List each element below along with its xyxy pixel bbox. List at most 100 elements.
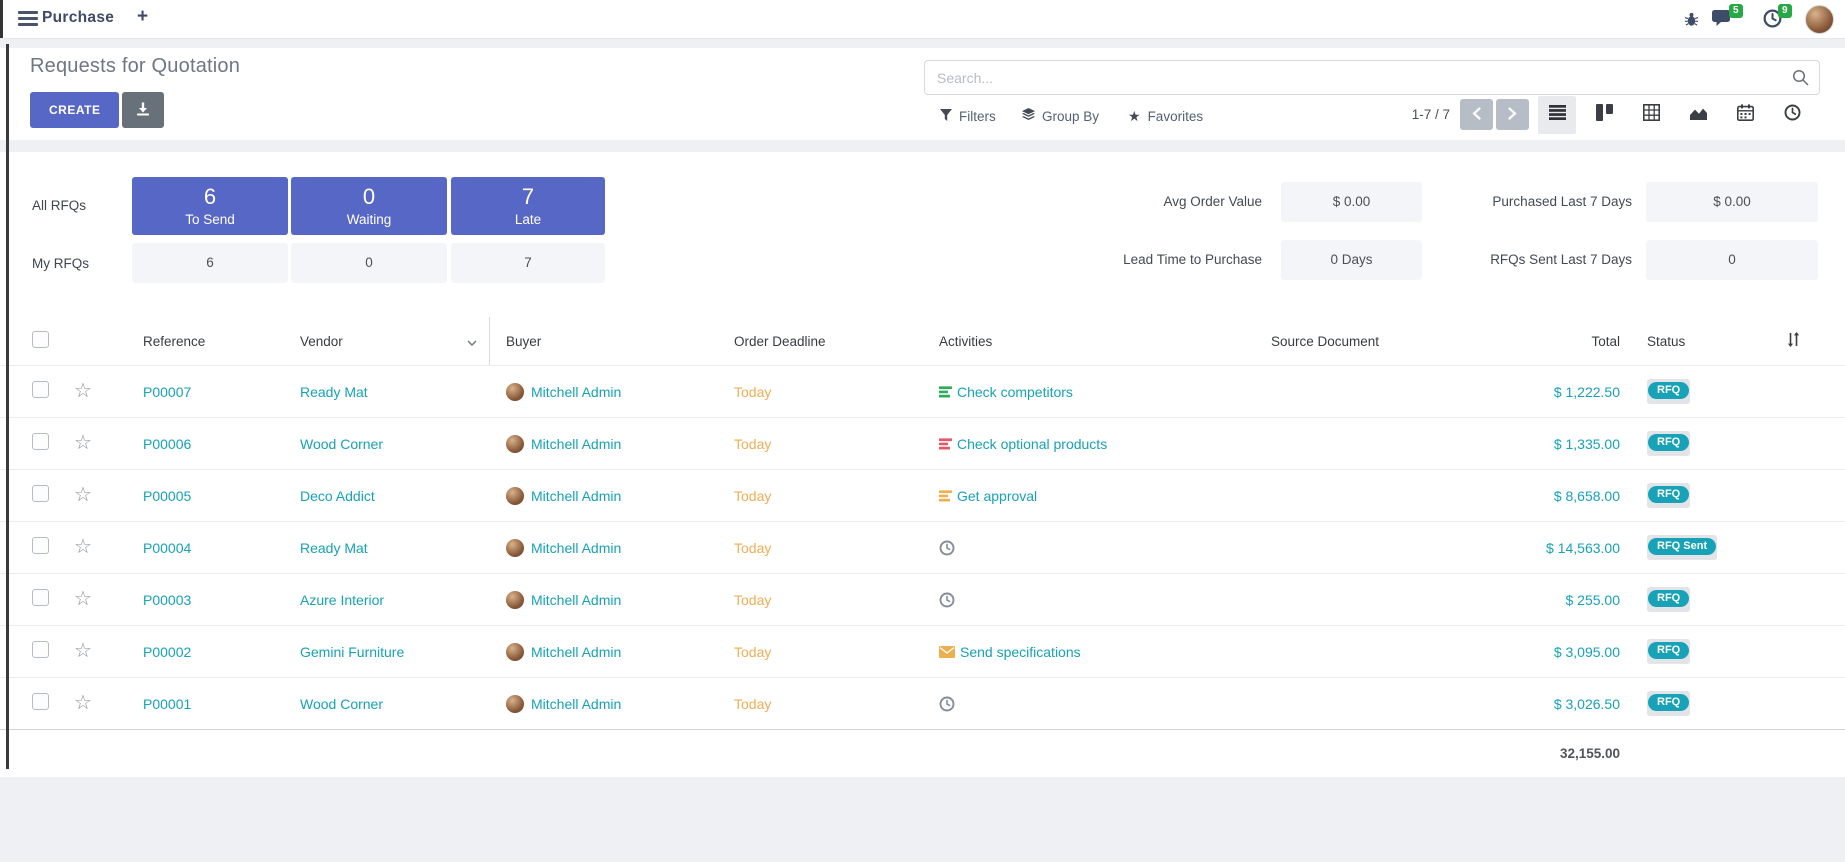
vendor-link[interactable]: Deco Addict [282,488,490,504]
reference-link[interactable]: P00005 [104,488,282,504]
activity-cell[interactable]: Get approval [930,488,1160,504]
rfq-table-row[interactable]: ☆ P00001 Wood Corner Mitchell Admin Toda… [0,677,1845,729]
total-amount: $ 3,095.00 [1490,644,1628,660]
group-by-button[interactable]: Group By [1022,104,1099,128]
vendor-link[interactable]: Gemini Furniture [282,644,490,660]
select-all-cell[interactable] [0,331,62,351]
pivot-view-button[interactable] [1632,96,1670,134]
favorites-button[interactable]: ★ Favorites [1128,104,1203,128]
search-bar [924,60,1820,95]
header-buyer[interactable]: Buyer [490,334,726,349]
user-avatar[interactable] [1805,5,1834,34]
activity-cell[interactable]: Check competitors [930,384,1160,400]
header-vendor[interactable]: Vendor [282,317,490,365]
activity-cell[interactable] [930,592,1160,608]
activity-link[interactable]: Check optional products [957,436,1107,452]
reference-link[interactable]: P00001 [104,696,282,712]
list-view-icon [1549,105,1566,125]
row-checkbox[interactable] [32,433,49,450]
activity-view-button[interactable] [1773,96,1811,134]
calendar-view-button[interactable] [1726,96,1764,134]
create-button[interactable]: CREATE [30,92,119,128]
favorite-star-icon[interactable]: ☆ [74,693,92,714]
add-tab-icon[interactable]: + [137,6,148,28]
chevron-left-icon [1472,107,1481,123]
my-to-send-box[interactable]: 6 [132,243,288,283]
vendor-link[interactable]: Ready Mat [282,540,490,556]
row-checkbox[interactable] [32,641,49,658]
pager-range: 1-7 / 7 [1330,107,1450,122]
favorite-star-icon[interactable]: ☆ [74,641,92,662]
row-checkbox[interactable] [32,537,49,554]
activity-link[interactable]: Send specifications [960,644,1081,660]
favorite-star-icon[interactable]: ☆ [74,589,92,610]
list-view-button[interactable] [1538,96,1576,134]
activity-link[interactable]: Get approval [957,488,1037,504]
rfq-table-row[interactable]: ☆ P00005 Deco Addict Mitchell Admin Toda… [0,469,1845,521]
search-icon[interactable] [1792,69,1809,91]
my-late-box[interactable]: 7 [451,243,605,283]
reference-link[interactable]: P00007 [104,384,282,400]
card-late[interactable]: 7 Late [451,177,605,235]
pager-next-button[interactable] [1496,99,1529,130]
rfq-table-row[interactable]: ☆ P00006 Wood Corner Mitchell Admin Toda… [0,417,1845,469]
reference-link[interactable]: P00004 [104,540,282,556]
buyer-avatar [506,539,524,557]
row-checkbox[interactable] [32,693,49,710]
header-settings-cell[interactable] [1750,332,1845,350]
toggle-columns-icon[interactable] [1786,335,1801,350]
rfq-table-row[interactable]: ☆ P00002 Gemini Furniture Mitchell Admin… [0,625,1845,677]
select-all-checkbox[interactable] [32,331,49,348]
header-order-deadline[interactable]: Order Deadline [726,334,930,349]
rfq-table-row[interactable]: ☆ P00004 Ready Mat Mitchell Admin Today … [0,521,1845,573]
reference-link[interactable]: P00003 [104,592,282,608]
activity-link[interactable]: Check competitors [957,384,1073,400]
rfq-table-row[interactable]: ☆ P00003 Azure Interior Mitchell Admin T… [0,573,1845,625]
vendor-link[interactable]: Azure Interior [282,592,490,608]
activity-cell[interactable] [930,540,1160,556]
debug-bug-icon[interactable] [1684,11,1699,32]
activity-cell[interactable] [930,696,1160,712]
favorite-star-icon[interactable]: ☆ [74,485,92,506]
order-deadline-value: Today [726,436,930,452]
buyer-avatar [506,591,524,609]
footer-total-amount: 32,155.00 [1490,746,1628,761]
my-waiting-box[interactable]: 0 [291,243,447,283]
vendor-link[interactable]: Wood Corner [282,436,490,452]
card-to-send[interactable]: 6 To Send [132,177,288,235]
header-activities[interactable]: Activities [930,334,1160,349]
page-title: Requests for Quotation [30,55,240,78]
download-icon [136,102,150,119]
kanban-view-button[interactable] [1585,96,1623,134]
rfq-table-row[interactable]: ☆ P00007 Ready Mat Mitchell Admin Today … [0,365,1845,417]
header-status[interactable]: Status [1628,334,1750,349]
vendor-link[interactable]: Wood Corner [282,696,490,712]
header-reference[interactable]: Reference [104,334,282,349]
export-button[interactable] [122,92,164,128]
favorite-star-icon[interactable]: ☆ [74,381,92,402]
row-checkbox[interactable] [32,485,49,502]
row-checkbox[interactable] [32,381,49,398]
reference-link[interactable]: P00006 [104,436,282,452]
pager-previous-button[interactable] [1460,99,1493,130]
vendor-link[interactable]: Ready Mat [282,384,490,400]
activity-cell[interactable]: Send specifications [930,644,1160,660]
activities-counter-badge: 9 [1778,4,1792,18]
card-waiting[interactable]: 0 Waiting [291,177,447,235]
favorite-star-icon[interactable]: ☆ [74,537,92,558]
buyer-avatar [506,487,524,505]
reference-link[interactable]: P00002 [104,644,282,660]
graph-view-button[interactable] [1679,96,1717,134]
activity-cell[interactable]: Check optional products [930,436,1160,452]
search-input[interactable] [935,62,1779,93]
row-checkbox[interactable] [32,589,49,606]
layers-icon [1022,108,1035,124]
apps-menu-icon[interactable] [18,11,38,26]
control-panel: Requests for Quotation CREATE Filters Gr… [0,48,1845,140]
app-name-menu[interactable]: Purchase [42,9,114,27]
favorite-star-icon[interactable]: ☆ [74,433,92,454]
filters-button[interactable]: Filters [940,104,996,128]
total-amount: $ 8,658.00 [1490,488,1628,504]
header-source-document[interactable]: Source Document [1160,334,1490,349]
header-total[interactable]: Total [1490,334,1628,349]
